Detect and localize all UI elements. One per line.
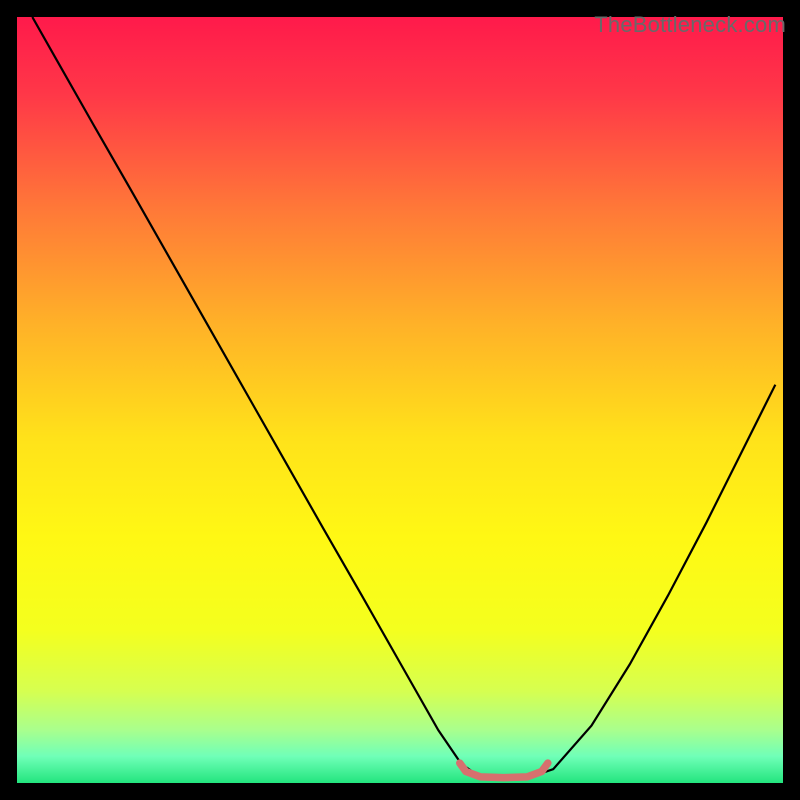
chart-frame: TheBottleneck.com [0,0,800,800]
chart-plot-area [17,17,783,783]
chart-background [17,17,783,783]
chart-svg [17,17,783,783]
watermark-text: TheBottleneck.com [594,12,786,38]
